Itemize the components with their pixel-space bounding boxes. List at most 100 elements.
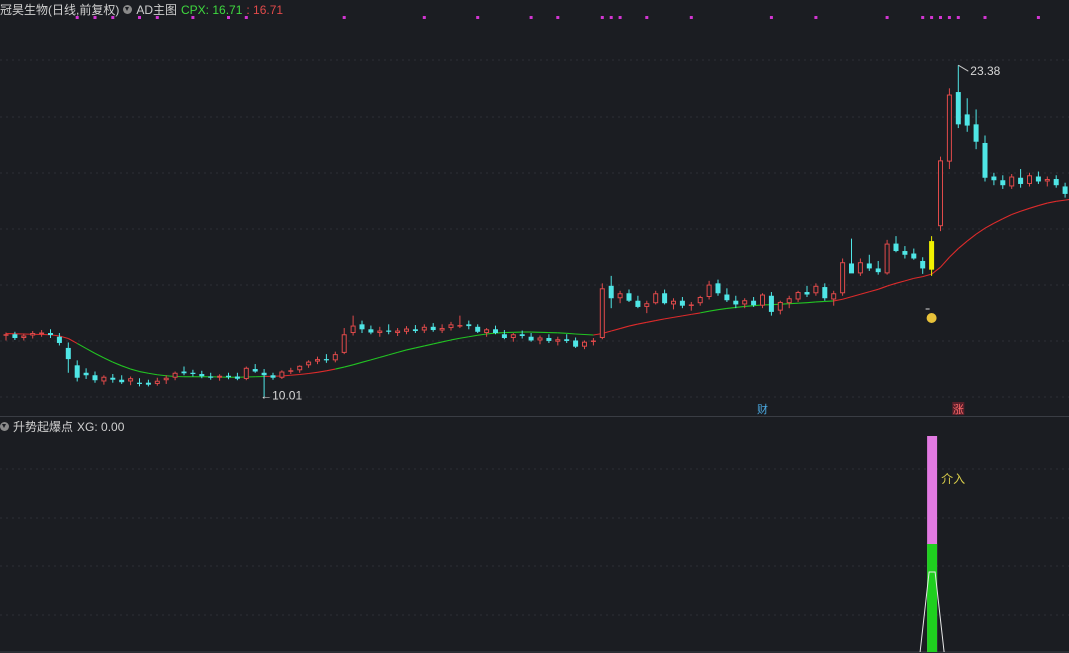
candle[interactable] xyxy=(804,285,810,297)
candle[interactable] xyxy=(626,289,632,302)
candlestick-series[interactable] xyxy=(3,65,1069,398)
candle[interactable] xyxy=(493,325,498,335)
main-indicator-name[interactable]: AD主图 xyxy=(136,1,177,18)
candle[interactable] xyxy=(323,354,329,363)
candle[interactable] xyxy=(39,330,45,337)
candle[interactable] xyxy=(30,331,36,339)
candle[interactable] xyxy=(938,156,943,232)
candle[interactable] xyxy=(555,336,561,346)
candle[interactable] xyxy=(137,378,142,387)
candle[interactable] xyxy=(368,325,374,335)
candle[interactable] xyxy=(252,364,258,373)
candle[interactable] xyxy=(1000,175,1006,189)
candle[interactable] xyxy=(457,315,463,329)
candle[interactable] xyxy=(546,334,552,343)
candle[interactable] xyxy=(875,260,881,275)
candle[interactable] xyxy=(484,328,490,337)
candle[interactable] xyxy=(110,374,116,383)
stock-title[interactable]: 冠昊生物(日线,前复权) xyxy=(0,1,119,18)
candle[interactable] xyxy=(688,301,694,311)
candle[interactable] xyxy=(617,290,623,304)
candle[interactable] xyxy=(786,295,792,309)
candle[interactable] xyxy=(475,324,481,334)
candle[interactable] xyxy=(697,295,703,306)
candle[interactable] xyxy=(448,321,454,331)
candle[interactable] xyxy=(964,98,970,132)
candle[interactable] xyxy=(920,257,926,274)
candle[interactable] xyxy=(377,326,383,337)
candle[interactable] xyxy=(332,351,338,363)
candle[interactable] xyxy=(866,254,872,271)
candle[interactable] xyxy=(243,366,249,381)
candle[interactable] xyxy=(599,283,605,340)
candle[interactable] xyxy=(359,320,365,334)
candle[interactable] xyxy=(1044,176,1050,187)
candle[interactable] xyxy=(430,323,436,332)
candle[interactable] xyxy=(128,376,134,386)
candle[interactable] xyxy=(510,333,516,342)
candle[interactable] xyxy=(582,340,587,350)
candle[interactable] xyxy=(145,379,151,387)
candle[interactable] xyxy=(777,300,783,315)
candle[interactable] xyxy=(768,292,774,316)
candle[interactable] xyxy=(501,330,507,340)
candle[interactable] xyxy=(893,236,899,253)
candle[interactable] xyxy=(101,375,107,385)
sub-indicator-name[interactable]: 升势起爆点 xyxy=(13,418,73,435)
candle[interactable] xyxy=(439,324,445,334)
candle[interactable] xyxy=(955,65,961,129)
indicator-panel[interactable]: 介入 xyxy=(919,436,965,653)
candle[interactable] xyxy=(48,329,53,338)
candle[interactable] xyxy=(760,293,765,309)
candle[interactable] xyxy=(831,290,837,306)
candle[interactable] xyxy=(982,135,988,182)
candle[interactable] xyxy=(92,371,98,383)
candle[interactable] xyxy=(795,290,801,302)
candle[interactable] xyxy=(217,374,223,381)
candle[interactable] xyxy=(65,342,71,373)
candle[interactable] xyxy=(671,298,676,310)
dropdown-icon[interactable] xyxy=(0,422,9,431)
candle[interactable] xyxy=(1027,172,1032,187)
candle[interactable] xyxy=(840,258,846,296)
candle[interactable] xyxy=(270,372,276,380)
candle[interactable] xyxy=(172,371,178,381)
candle[interactable] xyxy=(528,333,534,342)
candle[interactable] xyxy=(466,320,472,330)
candle[interactable] xyxy=(929,236,935,276)
candle[interactable] xyxy=(857,258,863,276)
candle[interactable] xyxy=(386,324,392,335)
candle[interactable] xyxy=(564,334,570,343)
candle[interactable] xyxy=(724,288,730,302)
candle[interactable] xyxy=(849,238,854,274)
candle[interactable] xyxy=(1035,171,1041,184)
candle[interactable] xyxy=(119,375,125,384)
candle[interactable] xyxy=(341,328,347,355)
candle[interactable] xyxy=(226,372,231,380)
candle[interactable] xyxy=(190,369,196,377)
candle[interactable] xyxy=(715,279,721,296)
candle[interactable] xyxy=(679,296,685,309)
candle[interactable] xyxy=(822,283,828,301)
candle[interactable] xyxy=(884,239,890,275)
candle[interactable] xyxy=(163,375,169,384)
candle[interactable] xyxy=(973,109,979,150)
candle[interactable] xyxy=(1053,175,1059,188)
candle[interactable] xyxy=(12,331,18,340)
candle[interactable] xyxy=(573,337,579,348)
candle[interactable] xyxy=(608,275,614,309)
candle[interactable] xyxy=(946,88,952,170)
candle[interactable] xyxy=(644,300,650,314)
dropdown-icon[interactable] xyxy=(123,5,133,14)
candle[interactable] xyxy=(297,365,303,373)
candle[interactable] xyxy=(902,246,908,259)
candle[interactable] xyxy=(288,367,294,375)
candle[interactable] xyxy=(234,372,240,381)
candle[interactable] xyxy=(590,337,596,346)
candle[interactable] xyxy=(911,248,917,260)
candle[interactable] xyxy=(991,172,997,186)
candle[interactable] xyxy=(662,289,668,305)
candle[interactable] xyxy=(395,328,401,336)
candle[interactable] xyxy=(412,325,418,334)
candle[interactable] xyxy=(1009,174,1015,189)
